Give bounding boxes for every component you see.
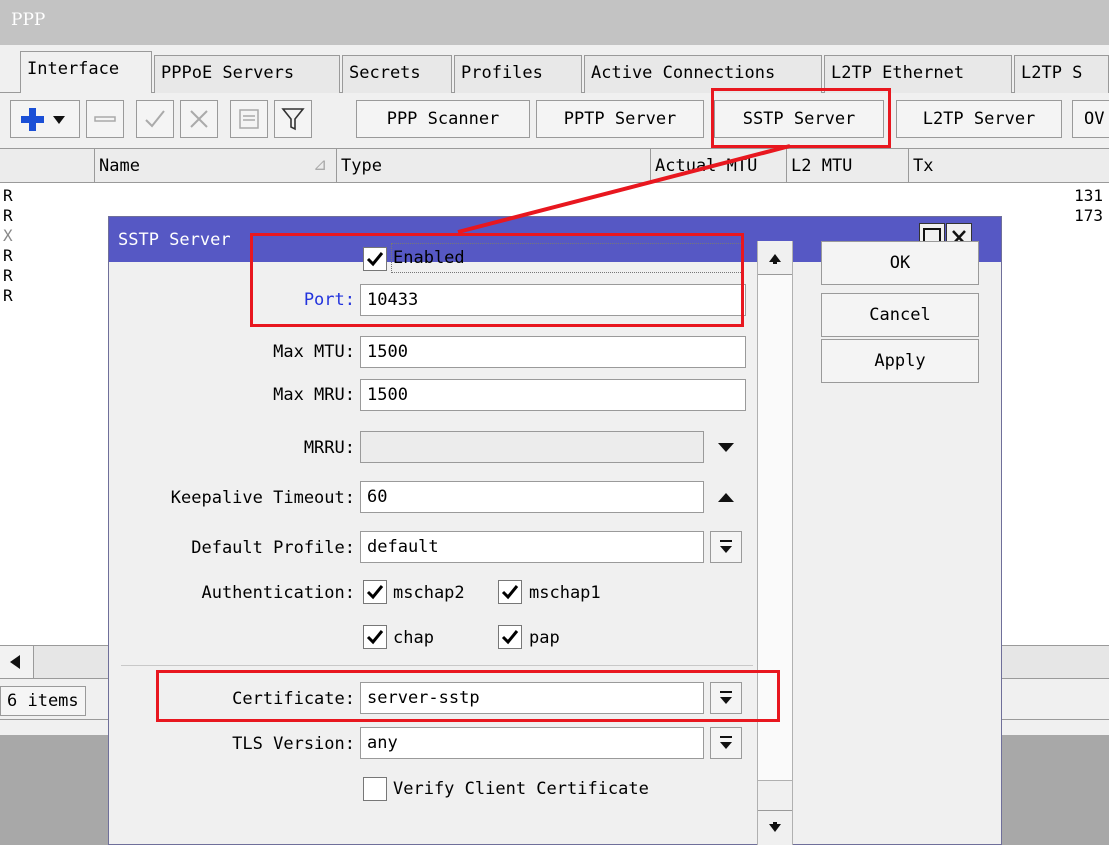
annotation-connector [457,144,791,234]
